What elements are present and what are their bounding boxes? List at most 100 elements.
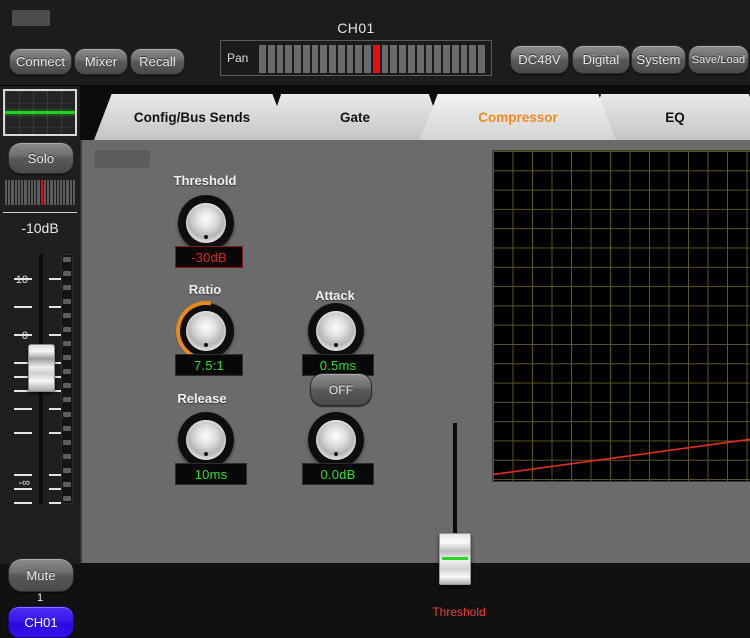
tab-config-bus-sends[interactable]: Config/Bus Sends [94,94,290,140]
tab-label: Compressor [478,109,558,125]
strip-pan-segment [30,180,34,205]
release-readout: 10ms [175,463,247,485]
tab-compressor[interactable]: Compressor [420,94,616,140]
strip-pan-segment [24,180,27,205]
pan-segment [302,45,310,73]
strip-pan-segment [8,180,11,205]
compressor-bypass-button[interactable]: OFF [310,373,372,406]
strip-pan-segment [5,180,8,205]
strip-pan-segment [14,180,17,205]
release-knob-pointer [204,452,208,456]
fader-tick [14,474,32,476]
channel-number: 1 [36,592,44,604]
ratio-label: Ratio [188,282,222,297]
tab-gate[interactable]: Gate [265,94,445,140]
level-meter-segment [63,467,71,473]
tab-label: Gate [339,109,370,125]
release-knob[interactable] [178,412,234,468]
app-logo [12,10,50,26]
gain-knob[interactable] [308,412,364,468]
fader-scale-label-0: 0 [21,330,28,342]
digital-button[interactable]: Digital [572,45,630,74]
level-meter-segment [63,397,71,403]
tab-label: EQ [665,109,685,125]
pan-segment [337,45,345,73]
top-toolbar: Connect Mixer Recall CH01 Pan DC48V Digi… [0,0,750,85]
pan-segment [285,45,293,73]
gain-reduction-meter [95,150,150,168]
pan-segment [372,45,380,73]
pan-segment [311,45,319,73]
eq-preview[interactable] [3,89,77,136]
system-button[interactable]: System [631,45,686,74]
strip-pan-segment [63,180,66,205]
level-meter-segment [63,439,71,445]
strip-pan-segment [11,180,14,205]
strip-pan-segment [50,180,53,205]
pan-segment [399,45,407,73]
fader-handle[interactable] [28,344,55,392]
solo-button[interactable]: Solo [8,142,74,174]
level-meter-segment [63,369,71,375]
pan-segment [355,45,363,73]
pan-segment [469,45,477,73]
threshold-slider-handle[interactable] [439,533,471,585]
strip-pan-segment [53,180,56,205]
pan-segment [478,45,485,73]
pan-segment [381,45,389,73]
pan-segment [267,45,275,73]
recall-button[interactable]: Recall [130,48,185,75]
strip-pan-segment [69,180,72,205]
fader-tick [14,408,32,410]
attack-knob[interactable] [308,303,364,359]
level-meter-segment [63,495,71,501]
level-meter-segment [63,271,71,277]
channel-select-button[interactable]: CH01 [8,606,74,638]
pan-segment [460,45,468,73]
mixer-button[interactable]: Mixer [74,48,128,75]
tab-label: Config/Bus Sends [133,109,251,125]
pan-track[interactable] [259,45,485,73]
ratio-knob[interactable] [164,289,248,373]
compressor-curve-graph[interactable] [492,150,750,482]
channel-level-value: -10dB [21,220,59,236]
strip-pan-segment [66,180,69,205]
threshold-knob[interactable] [178,195,234,251]
level-meter-segment [63,425,71,431]
channel-fader[interactable]: 10 0 -∞ [0,246,80,516]
level-meter-segment [63,383,71,389]
fader-tick [14,432,32,434]
gain-knob-pointer [334,452,338,456]
strip-pan-segment [17,180,21,205]
strip-pan-segment [56,180,59,205]
strip-pan-segment [47,180,50,205]
eq-preview-curve [5,111,75,114]
strip-pan-segment [34,180,37,205]
pan-control[interactable]: Pan [220,40,492,76]
pan-segment [259,45,266,73]
pan-segment [320,45,328,73]
mixer-app: Connect Mixer Recall CH01 Pan DC48V Digi… [0,0,750,638]
level-meter-segment [63,341,71,347]
save-load-button[interactable]: Save/Load [688,45,749,74]
attack-label: Attack [315,288,355,303]
strip-pan-segment [43,180,47,205]
connect-button[interactable]: Connect [9,48,72,75]
threshold-readout: -30dB [175,246,243,268]
level-meter-segment [63,299,71,305]
level-meter-segment [63,481,71,487]
dc48v-button[interactable]: DC48V [510,45,569,74]
compressor-panel: Threshold -30dB Ratio 7.5:1 Attack 0.5ms Relea… [80,140,750,619]
pan-segment [425,45,433,73]
curve-line [493,438,750,476]
fader-scale-label-10: 10 [15,274,28,286]
level-meter-segment [63,327,71,333]
fader-scale-label-inf: -∞ [18,477,30,489]
pan-label: Pan [227,51,249,65]
gain-readout: 0.0dB [302,463,374,485]
compressor-curve [493,438,750,476]
strip-pan-meter[interactable] [5,180,75,205]
mute-button[interactable]: Mute [8,558,74,592]
level-meter [61,254,73,504]
threshold-slider[interactable] [439,423,471,585]
